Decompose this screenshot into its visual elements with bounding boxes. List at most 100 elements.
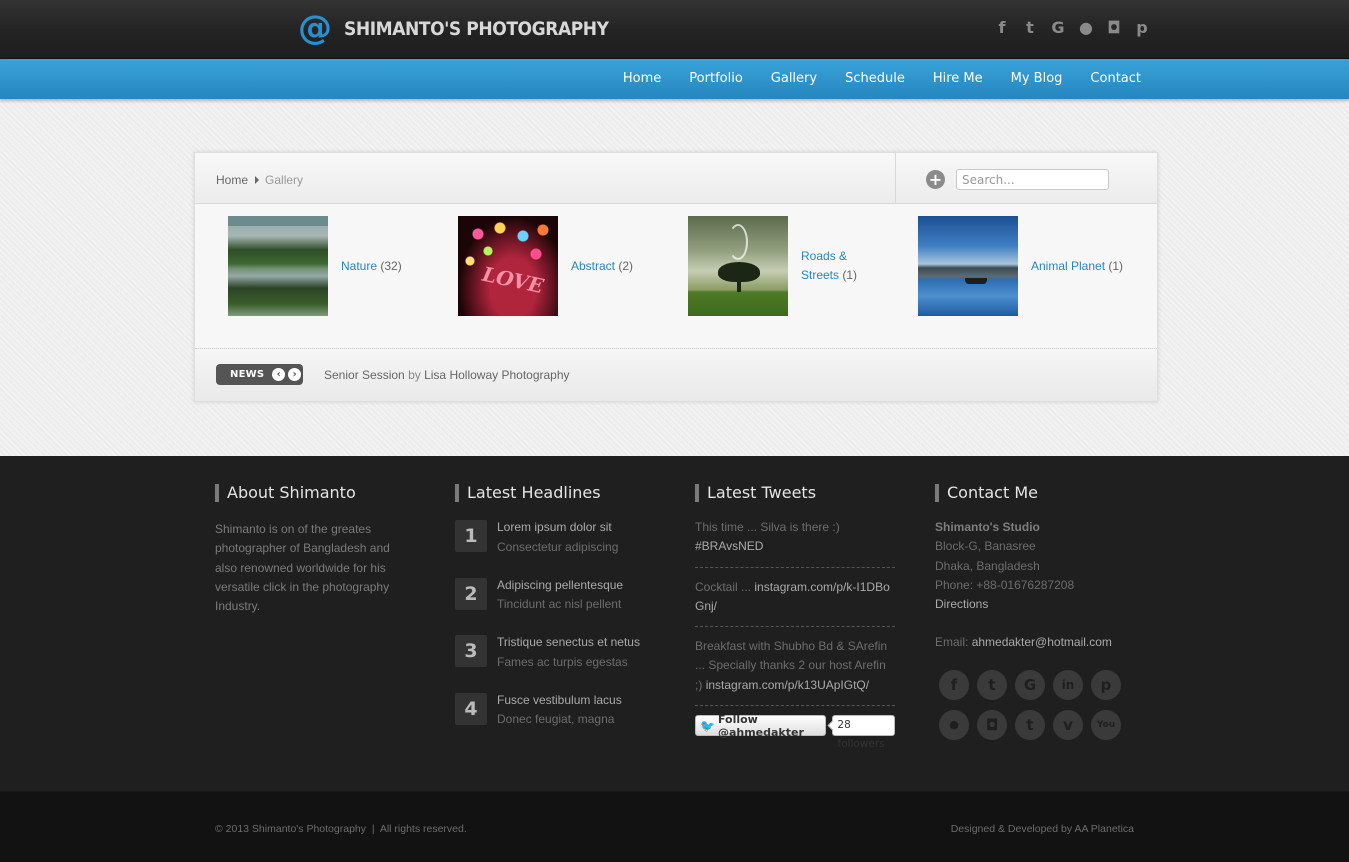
youtube-icon[interactable]: You [1091, 709, 1121, 740]
plus-icon[interactable]: + [926, 170, 945, 189]
follow-label: Follow @ahmedakter [717, 712, 804, 739]
thumbnail-roads-streets[interactable] [688, 216, 788, 316]
nav-item-contact[interactable]: Contact [1076, 59, 1155, 99]
footer-social-icons: f t G in p ● ◘ t v You [939, 669, 1135, 740]
footer-title: Latest Headlines [455, 484, 655, 502]
search-input[interactable] [956, 169, 1109, 190]
gallery-item-nature[interactable]: Nature (32) [228, 216, 441, 316]
thumbnail-nature[interactable] [228, 216, 328, 316]
follow-button[interactable]: 🐦 Follow @ahmedakter [695, 712, 827, 739]
gallery-link[interactable]: Nature [341, 259, 377, 273]
footer-title: Latest Tweets [695, 484, 895, 502]
facebook-icon[interactable]: f [939, 669, 969, 700]
breadcrumb-current: Gallery [265, 173, 304, 187]
facebook-icon[interactable]: f [992, 18, 1012, 38]
instagram-icon[interactable]: ◘ [1104, 18, 1124, 38]
vimeo-icon[interactable]: v [1053, 709, 1083, 740]
gallery-item-animal-planet[interactable]: Animal Planet (1) [918, 216, 1141, 316]
directions-link[interactable]: Directions [935, 595, 1135, 614]
bottom-bar: © 2013 Shimanto's Photography | All righ… [0, 791, 1349, 862]
footer-tweets: Latest Tweets This time ... Silva is the… [695, 484, 895, 750]
twitter-icon[interactable]: t [1020, 18, 1040, 38]
headline-item[interactable]: 4 Fusce vestibulum lacus Donec feugiat, … [455, 691, 655, 749]
headline-title[interactable]: Tristique senectus et netus [497, 633, 640, 653]
headline-number: 3 [455, 635, 487, 667]
gallery-item-roads-streets[interactable]: Roads & Streets (1) [688, 216, 871, 316]
site-logo[interactable]: @ SHIMANTO'S PHOTOGRAPHY [298, 10, 638, 48]
followers-count: 28 followers [832, 715, 895, 750]
flickr-icon[interactable]: ● [939, 709, 969, 740]
about-text: Shimanto is on of the greates photograph… [215, 522, 390, 614]
google-plus-icon[interactable]: G [1048, 18, 1068, 38]
news-by: by [408, 368, 421, 382]
main-nav: Home Portfolio Gallery Schedule Hire Me … [0, 59, 1349, 99]
headline-number: 2 [455, 577, 487, 610]
nav-item-portfolio[interactable]: Portfolio [675, 59, 756, 99]
breadcrumb-bar: Home Gallery + [195, 153, 1157, 204]
headline-subtitle: Tincidunt ac nisl pellent [497, 597, 622, 611]
email-label: Email: [935, 635, 969, 650]
gallery-count: (2) [618, 258, 634, 273]
headline-item[interactable]: 2 Adipiscing pellentesque Tincidunt ac n… [455, 576, 655, 634]
nav-item-home[interactable]: Home [609, 59, 675, 99]
headline-title[interactable]: Adipiscing pellentesque [497, 576, 623, 596]
nav-item-schedule[interactable]: Schedule [831, 59, 919, 99]
instagram-icon[interactable]: ◘ [977, 709, 1007, 740]
logo-text: SHIMANTO'S PHOTOGRAPHY [344, 18, 609, 40]
tweet-item: Breakfast with Shubho Bd & SArefin ... S… [695, 637, 895, 707]
thumbnail-decoration [965, 278, 987, 284]
gallery-count: (32) [380, 258, 402, 273]
pinterest-icon[interactable]: p [1091, 669, 1121, 700]
gallery-link[interactable]: Abstract [571, 259, 615, 273]
twitter-bird-icon: 🐦 [700, 718, 715, 733]
footer-title: Contact Me [935, 484, 1135, 502]
gallery-count: (1) [1108, 258, 1124, 273]
nav-item-my-blog[interactable]: My Blog [997, 59, 1077, 99]
headline-item[interactable]: 1 Lorem ipsum dolor sit Consectetur adip… [455, 518, 655, 576]
headline-title[interactable]: Fusce vestibulum lacus [497, 691, 622, 711]
tweet-link[interactable]: instagram.com/p/k13UApIGtQ/ [706, 678, 869, 692]
gallery-count: (1) [842, 268, 858, 282]
gallery-item-abstract[interactable]: LOVE Abstract (2) [458, 216, 671, 316]
chevron-left-icon[interactable]: ‹ [272, 368, 286, 381]
twitter-icon[interactable]: t [977, 669, 1007, 700]
search-area: + [895, 153, 1157, 203]
news-author[interactable]: Lisa Holloway Photography [424, 368, 569, 382]
chevron-right-icon[interactable]: › [288, 368, 302, 381]
news-title[interactable]: Senior Session [324, 368, 405, 382]
pinterest-icon[interactable]: p [1132, 18, 1152, 38]
credit[interactable]: Designed & Developed by AA Planetica [951, 823, 1134, 835]
news-badge: NEWS ‹ › [216, 364, 303, 385]
footer-contact: Contact Me Shimanto's Studio Block-G, Ba… [935, 484, 1135, 740]
headline-item[interactable]: 3 Tristique senectus et netus Fames ac t… [455, 633, 655, 691]
tweet-item: This time ... Silva is there :) #BRAvsNE… [695, 518, 895, 568]
flickr-icon[interactable]: ● [1076, 18, 1096, 38]
breadcrumb-home[interactable]: Home [216, 173, 248, 187]
twitter-follow: 🐦 Follow @ahmedakter 28 followers [695, 712, 895, 750]
headline-list: 1 Lorem ipsum dolor sit Consectetur adip… [455, 518, 655, 748]
copyright: © 2013 Shimanto's Photography | All righ… [215, 823, 467, 835]
gallery-caption: Nature (32) [341, 257, 441, 276]
thumbnail-abstract[interactable]: LOVE [458, 216, 558, 316]
gallery-caption: Animal Planet (1) [1031, 257, 1141, 276]
tumblr-icon[interactable]: t [1015, 709, 1045, 740]
tweet-text: This time ... Silva is there :) [695, 520, 840, 534]
gallery-link[interactable]: Animal Planet [1031, 259, 1105, 273]
nav-item-hire-me[interactable]: Hire Me [919, 59, 997, 99]
contact-info: Shimanto's Studio Block-G, Banasree Dhak… [935, 518, 1135, 653]
thumbnail-animal-planet[interactable] [918, 216, 1018, 316]
tweet-item: Cocktail ... instagram.com/p/k-I1DBoGnj/ [695, 578, 895, 628]
tweet-text: Cocktail ... [695, 579, 752, 594]
google-plus-icon[interactable]: G [1015, 669, 1045, 700]
linkedin-icon[interactable]: in [1053, 669, 1083, 700]
headline-title[interactable]: Lorem ipsum dolor sit [497, 518, 618, 538]
email-link[interactable]: ahmedakter@hotmail.com [972, 635, 1112, 649]
email-row: Email: ahmedakter@hotmail.com [935, 633, 1135, 652]
thumbnail-decoration [737, 278, 741, 292]
news-headline[interactable]: Senior Session by Lisa Holloway Photogra… [324, 368, 570, 382]
tweet-link[interactable]: #BRAvsNED [695, 539, 763, 553]
gallery-link[interactable]: Roads & Streets [801, 249, 847, 282]
footer-headlines: Latest Headlines 1 Lorem ipsum dolor sit… [455, 484, 655, 748]
nav-item-gallery[interactable]: Gallery [757, 59, 831, 99]
top-header: @ SHIMANTO'S PHOTOGRAPHY f t G ● ◘ p [0, 0, 1349, 59]
